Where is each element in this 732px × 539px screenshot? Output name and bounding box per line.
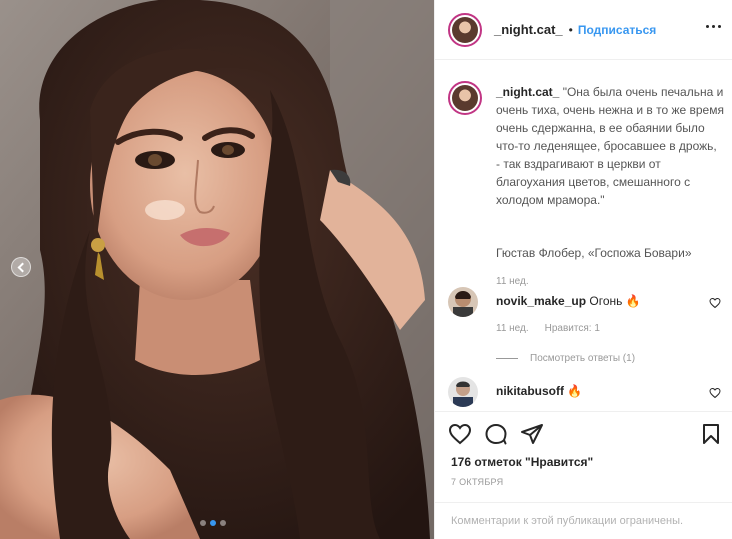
carousel-dots [200,520,226,526]
caption-text: _night.cat_ "Она была очень печальна и о… [496,83,724,209]
replies-line [496,358,518,359]
avatar[interactable] [448,12,482,47]
share-icon[interactable] [520,422,544,446]
likes-count[interactable]: 176 отметок "Нравится" [451,455,593,469]
comments-section[interactable]: _night.cat_ "Она была очень печальна и о… [435,61,732,411]
comment-likes[interactable]: Нравится: 1 [545,323,600,334]
comment-avatar[interactable] [448,287,478,317]
comment-username[interactable]: nikitabusoff [496,384,564,398]
post-actions: 176 отметок "Нравится" 7 ОКТЯБРЯ Коммент… [435,411,732,539]
carousel-dot-active [210,520,216,526]
portrait-image [0,0,434,539]
chevron-left-icon[interactable] [11,257,31,277]
caption-time: 11 нед. [496,276,529,287]
heart-icon[interactable] [448,422,472,446]
comment-text: 🔥 [567,384,583,398]
replies-label: Посмотреть ответы (1) [530,353,636,364]
header-username[interactable]: _night.cat_ [494,22,563,37]
post-header: _night.cat_ • Подписаться [435,0,732,60]
comments-disabled-notice: Комментарии к этой публикации ограничены… [435,502,732,539]
comment-time: 11 нед. [496,323,529,334]
bookmark-icon[interactable] [699,422,723,446]
comment-text: Огонь 🔥 [589,294,641,308]
heart-icon[interactable] [709,297,721,309]
post-photo[interactable] [0,0,434,539]
separator-dot: • [568,22,573,37]
caption-body: "Она была очень печальна и очень тиха, о… [496,85,724,207]
post-sidebar: _night.cat_ • Подписаться _night.cat_ "О… [434,0,732,539]
post-date: 7 ОКТЯБРЯ [451,477,504,487]
view-replies-button[interactable]: Посмотреть ответы (1) [496,353,635,364]
caption-username[interactable]: _night.cat_ [496,85,559,99]
comment-username[interactable]: novik_make_up [496,294,586,308]
more-icon[interactable] [706,25,721,28]
follow-button[interactable]: Подписаться [578,23,656,37]
carousel-dot [200,520,206,526]
comment-avatar[interactable] [448,377,478,407]
heart-icon[interactable] [709,387,721,399]
comment-icon[interactable] [484,422,508,446]
caption-avatar[interactable] [448,81,482,115]
carousel-dot [220,520,226,526]
caption-signature: Гюстав Флобер, «Госпожа Бовари» [496,246,692,260]
